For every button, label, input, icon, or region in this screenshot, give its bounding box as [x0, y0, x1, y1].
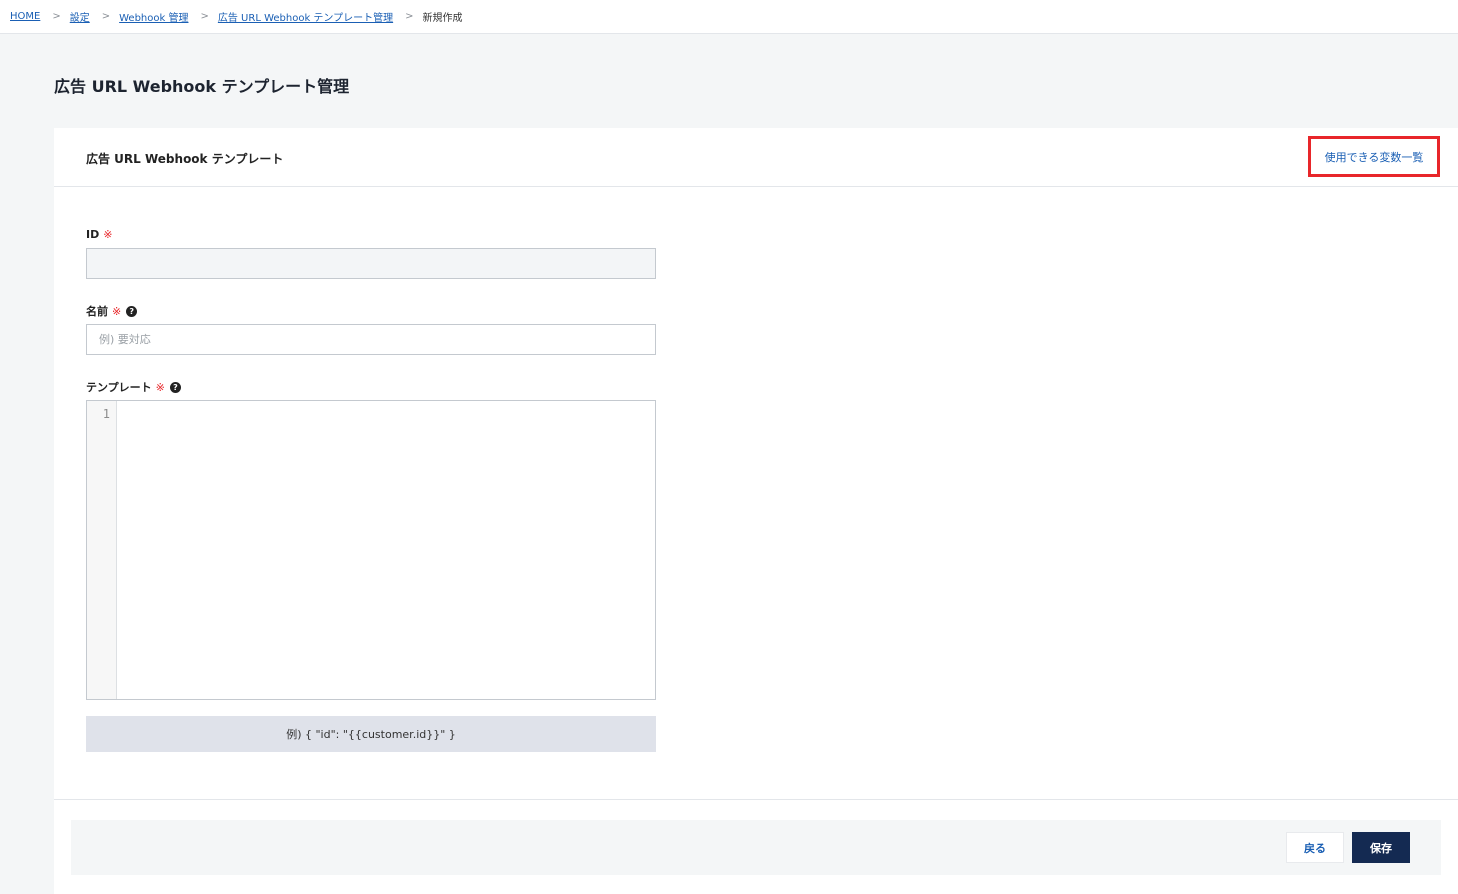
- line-number: 1: [102, 407, 110, 421]
- breadcrumb-template-management[interactable]: 広告 URL Webhook テンプレート管理: [218, 9, 393, 24]
- line-number-gutter: 1: [87, 401, 117, 699]
- breadcrumb: HOME > 設定 > Webhook 管理 > 広告 URL Webhook …: [10, 9, 463, 24]
- card-header: 広告 URL Webhook テンプレート 使用できる変数一覧: [54, 128, 1458, 187]
- template-example: 例) { "id": "{{customer.id}}" }: [86, 716, 656, 752]
- template-card: 広告 URL Webhook テンプレート 使用できる変数一覧 ID ※ 名前 …: [54, 128, 1458, 894]
- breadcrumb-separator: >: [52, 11, 61, 22]
- breadcrumb-current: 新規作成: [422, 13, 463, 24]
- help-icon[interactable]: ?: [126, 305, 138, 317]
- help-icon[interactable]: ?: [169, 381, 181, 393]
- id-label-text: ID: [86, 228, 100, 241]
- breadcrumb-separator: >: [101, 11, 111, 22]
- breadcrumb-separator: >: [200, 11, 209, 22]
- card-title: 広告 URL Webhook テンプレート: [86, 152, 284, 166]
- variables-list-link[interactable]: 使用できる変数一覧: [1308, 136, 1440, 177]
- page-title: 広告 URL Webhook テンプレート管理: [54, 77, 350, 96]
- breadcrumb-home[interactable]: HOME: [10, 11, 40, 22]
- template-label: テンプレート ※ ?: [86, 379, 181, 395]
- breadcrumb-webhook[interactable]: Webhook 管理: [119, 9, 188, 24]
- id-label: ID ※: [86, 228, 112, 241]
- id-field[interactable]: [86, 248, 656, 279]
- template-label-text: テンプレート: [86, 381, 152, 394]
- name-label-text: 名前: [86, 305, 108, 318]
- required-mark: ※: [155, 380, 165, 394]
- footer-actions: 戻る 保存: [71, 820, 1441, 875]
- template-editor[interactable]: 1: [86, 400, 656, 700]
- breadcrumb-settings[interactable]: 設定: [70, 9, 90, 24]
- breadcrumb-separator: >: [405, 11, 414, 22]
- top-bar: HOME > 設定 > Webhook 管理 > 広告 URL Webhook …: [0, 0, 1458, 34]
- required-mark: ※: [103, 228, 113, 241]
- footer-divider: [54, 799, 1458, 800]
- save-button[interactable]: 保存: [1352, 832, 1410, 863]
- name-input[interactable]: [86, 324, 656, 355]
- name-label: 名前 ※ ?: [86, 303, 138, 319]
- required-mark: ※: [112, 304, 122, 318]
- back-button[interactable]: 戻る: [1286, 832, 1344, 863]
